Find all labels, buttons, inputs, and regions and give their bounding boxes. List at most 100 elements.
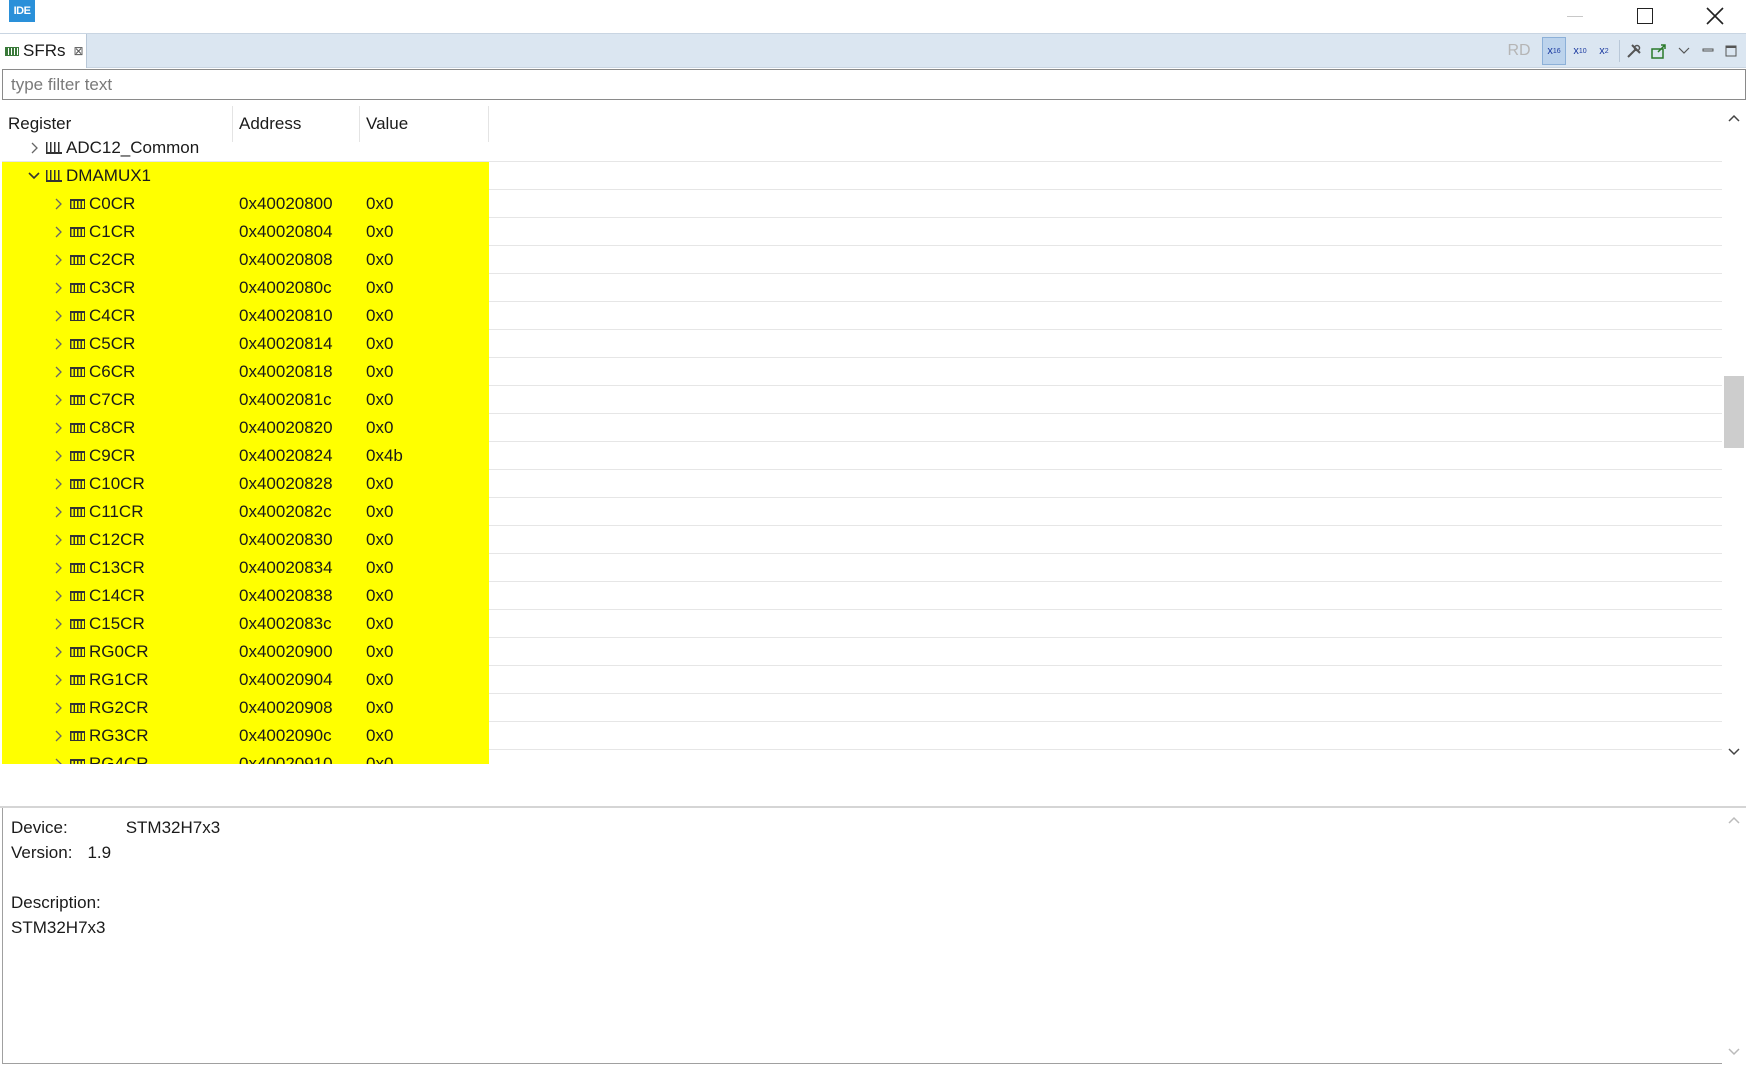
chevron-right-icon[interactable]	[52, 254, 64, 266]
chevron-right-icon[interactable]	[52, 450, 64, 462]
chevron-right-icon[interactable]	[52, 674, 64, 686]
register-cell: C11CR	[2, 498, 233, 526]
tab-close-icon[interactable]: ⊠	[74, 44, 84, 58]
chevron-right-icon[interactable]	[28, 142, 40, 154]
chevron-right-icon[interactable]	[52, 422, 64, 434]
chevron-right-icon[interactable]	[52, 366, 64, 378]
value-cell[interactable]: 0x0	[360, 246, 489, 274]
hex-format-button[interactable]: x 16	[1542, 37, 1566, 65]
tree-row-register[interactable]: C11CR 0x4002082c 0x0	[2, 498, 1722, 526]
maximize-view-icon	[1725, 45, 1737, 57]
chevron-right-icon[interactable]	[52, 730, 64, 742]
value-cell[interactable]: 0x4b	[360, 442, 489, 470]
details-scroll-up-button[interactable]	[1722, 808, 1746, 832]
tree-row-register[interactable]: C8CR 0x40020820 0x0	[2, 414, 1722, 442]
chevron-right-icon[interactable]	[52, 758, 64, 764]
value-cell[interactable]	[360, 162, 489, 190]
scroll-thumb[interactable]	[1724, 376, 1744, 448]
value-cell[interactable]: 0x0	[360, 722, 489, 750]
filter-input[interactable]	[2, 69, 1746, 100]
bin-format-button[interactable]: x2	[1592, 37, 1616, 65]
tree-row-register[interactable]: RG4CR 0x40020910 0x0	[2, 750, 1722, 764]
tree-row-register[interactable]: C14CR 0x40020838 0x0	[2, 582, 1722, 610]
chevron-right-icon[interactable]	[52, 338, 64, 350]
scroll-up-button[interactable]	[1722, 106, 1746, 130]
tree-row-register[interactable]: RG1CR 0x40020904 0x0	[2, 666, 1722, 694]
tree-row-register[interactable]: C1CR 0x40020804 0x0	[2, 218, 1722, 246]
chevron-right-icon[interactable]	[52, 394, 64, 406]
tree-row-register[interactable]: C6CR 0x40020818 0x0	[2, 358, 1722, 386]
details-scrollbar[interactable]	[1722, 808, 1746, 1064]
chevron-right-icon[interactable]	[52, 702, 64, 714]
chevron-right-icon[interactable]	[52, 534, 64, 546]
details-scroll-down-button[interactable]	[1722, 1040, 1746, 1064]
value-cell[interactable]: 0x0	[360, 666, 489, 694]
tree-row-register[interactable]: C9CR 0x40020824 0x4b	[2, 442, 1722, 470]
tree-row-register[interactable]: C3CR 0x4002080c 0x0	[2, 274, 1722, 302]
value-cell[interactable]: 0x0	[360, 218, 489, 246]
value-cell[interactable]: 0x0	[360, 470, 489, 498]
chevron-right-icon[interactable]	[52, 198, 64, 210]
register-name: C8CR	[89, 418, 136, 437]
chevron-right-icon[interactable]	[52, 226, 64, 238]
tree-row-register[interactable]: RG0CR 0x40020900 0x0	[2, 638, 1722, 666]
value-cell[interactable]: 0x0	[360, 750, 489, 764]
register-cell: ADC12_Common	[2, 134, 233, 162]
tab-sfrs[interactable]: SFRs ⊠	[0, 34, 87, 68]
value-cell[interactable]: 0x0	[360, 610, 489, 638]
value-cell[interactable]: 0x0	[360, 414, 489, 442]
minimize-button[interactable]	[1540, 0, 1610, 32]
tree-row-register[interactable]: C0CR 0x40020800 0x0	[2, 190, 1722, 218]
tree-row-register[interactable]: C15CR 0x4002083c 0x0	[2, 610, 1722, 638]
chevron-right-icon[interactable]	[52, 506, 64, 518]
value-cell[interactable]: 0x0	[360, 302, 489, 330]
export-button[interactable]	[1647, 37, 1671, 65]
tree-scrollbar[interactable]	[1722, 106, 1746, 764]
value-cell[interactable]: 0x0	[360, 386, 489, 414]
address-cell: 0x4002081c	[239, 390, 332, 409]
chevron-down-icon[interactable]	[28, 170, 40, 182]
chevron-right-icon[interactable]	[52, 646, 64, 658]
register-cell: RG0CR	[2, 638, 233, 666]
maximize-button[interactable]	[1610, 0, 1680, 32]
close-button[interactable]	[1680, 0, 1746, 32]
tree-row-peripheral[interactable]: ADC12_Common	[2, 134, 1722, 162]
chevron-right-icon[interactable]	[52, 310, 64, 322]
value-cell[interactable]: 0x0	[360, 358, 489, 386]
value-cell[interactable]: 0x0	[360, 330, 489, 358]
value-cell[interactable]: 0x0	[360, 694, 489, 722]
chevron-right-icon[interactable]	[52, 478, 64, 490]
dec-format-button[interactable]: x 10	[1568, 37, 1592, 65]
app-icon: IDE	[9, 0, 35, 22]
value-cell[interactable]: 0x0	[360, 554, 489, 582]
tree-row-register[interactable]: RG3CR 0x4002090c 0x0	[2, 722, 1722, 750]
chevron-right-icon[interactable]	[52, 618, 64, 630]
value-cell[interactable]	[360, 134, 489, 162]
chevron-right-icon[interactable]	[52, 282, 64, 294]
tree-row-register[interactable]: C2CR 0x40020808 0x0	[2, 246, 1722, 274]
tree-row-register[interactable]: C10CR 0x40020828 0x0	[2, 470, 1722, 498]
read-button[interactable]: RD	[1505, 34, 1533, 68]
view-maximize-button[interactable]	[1719, 37, 1743, 65]
toolbar-separator	[1619, 40, 1620, 62]
view-menu-button[interactable]	[1672, 37, 1696, 65]
tree-row-peripheral[interactable]: DMAMUX1	[2, 162, 1722, 190]
value-cell[interactable]: 0x0	[360, 582, 489, 610]
tree-row-register[interactable]: C12CR 0x40020830 0x0	[2, 526, 1722, 554]
tree-row-register[interactable]: C5CR 0x40020814 0x0	[2, 330, 1722, 358]
value-cell[interactable]: 0x0	[360, 190, 489, 218]
value-cell[interactable]: 0x0	[360, 498, 489, 526]
value-cell[interactable]: 0x0	[360, 638, 489, 666]
configure-button[interactable]	[1622, 37, 1646, 65]
tree-row-register[interactable]: C13CR 0x40020834 0x0	[2, 554, 1722, 582]
value-cell[interactable]: 0x0	[360, 526, 489, 554]
view-minimize-button[interactable]	[1696, 37, 1720, 65]
chevron-right-icon[interactable]	[52, 562, 64, 574]
scroll-down-button[interactable]	[1722, 740, 1746, 764]
value-cell[interactable]: 0x0	[360, 274, 489, 302]
tree-row-register[interactable]: C4CR 0x40020810 0x0	[2, 302, 1722, 330]
tree-row-register[interactable]: C7CR 0x4002081c 0x0	[2, 386, 1722, 414]
sfr-tree-table[interactable]: Register Address Value ADC12_Common DMAMU…	[2, 106, 1722, 764]
chevron-right-icon[interactable]	[52, 590, 64, 602]
tree-row-register[interactable]: RG2CR 0x40020908 0x0	[2, 694, 1722, 722]
